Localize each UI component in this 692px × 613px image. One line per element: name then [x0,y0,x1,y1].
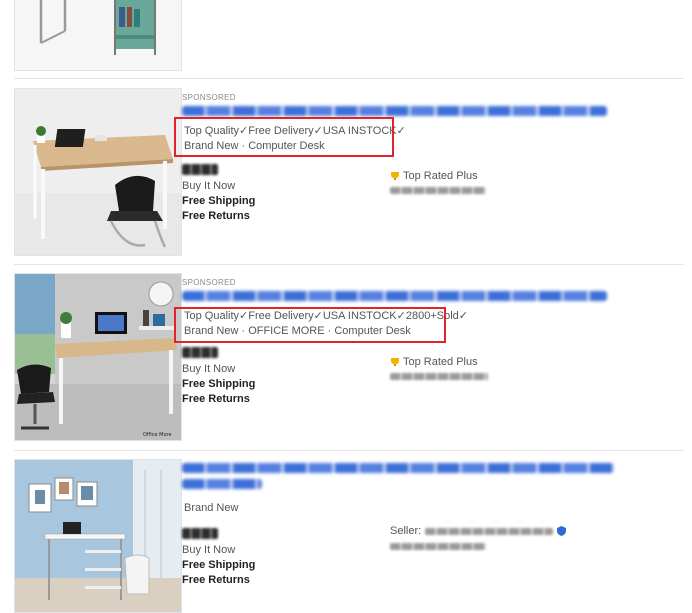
top-rated-plus-badge: Top Rated Plus [390,356,478,368]
free-returns-label: Free Returns [182,393,250,405]
seller-info [390,373,488,380]
free-shipping-label: Free Shipping [182,559,256,571]
watermark-logo: Office More [143,432,172,438]
listing-title-link[interactable] [182,291,607,301]
seller-feedback [390,543,486,550]
listing-details-2: SPONSORED Top Quality✓Free Delivery✓USA … [174,277,670,407]
listing-image-2[interactable]: Office More [14,273,182,441]
listing-title-link-line2[interactable] [182,479,262,489]
seller-label: Seller: [390,525,422,537]
top-rated-plus-label: Top Rated Plus [403,356,478,368]
price [182,528,218,539]
top-rated-plus-label: Top Rated Plus [403,170,478,182]
listing-title-link[interactable] [182,463,614,473]
listing-image-0[interactable] [14,0,182,71]
seller-line: Seller: [390,525,567,537]
sponsored-label: SPONSORED [182,93,236,102]
divider [14,450,684,451]
listing-details-1: SPONSORED Top Quality✓Free Delivery✓USA … [174,92,670,224]
free-shipping-label: Free Shipping [182,195,256,207]
free-returns-label: Free Returns [182,574,250,586]
highlight-box [174,307,446,343]
highlight-box [174,117,394,157]
listing-subtitle: Brand New [184,502,239,514]
divider [14,78,684,79]
seller-name[interactable] [425,527,554,535]
price [182,164,218,175]
seller-info [390,187,486,194]
listing-image-3[interactable] [14,459,182,613]
divider [14,264,684,265]
verified-shield-icon [557,526,567,536]
listing-title-link[interactable] [182,106,607,116]
listing-image-1[interactable] [14,88,182,256]
top-rated-plus-badge: Top Rated Plus [390,170,478,182]
trophy-icon [391,358,399,366]
price [182,347,218,358]
sponsored-label: SPONSORED [182,278,236,287]
free-returns-label: Free Returns [182,210,250,222]
trophy-icon [391,172,399,180]
